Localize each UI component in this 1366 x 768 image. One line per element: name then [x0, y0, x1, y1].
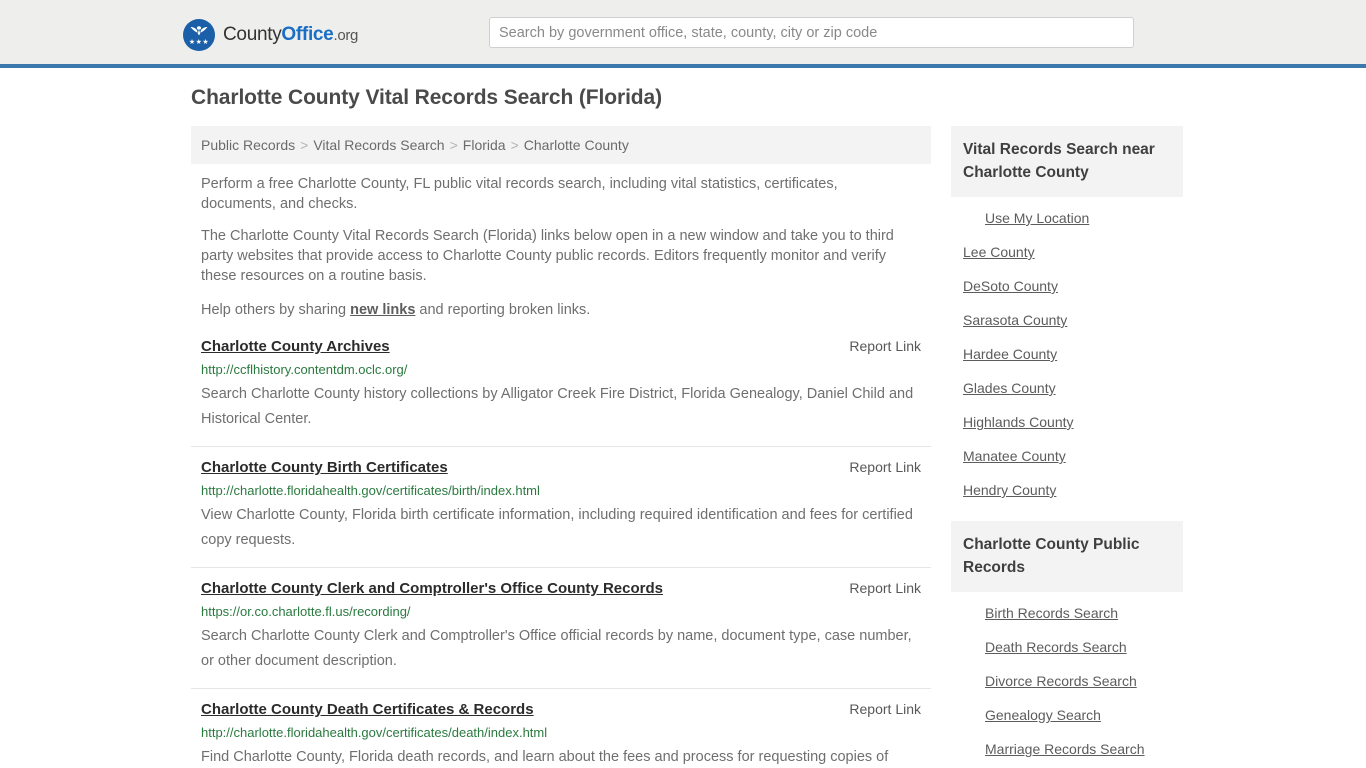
intro-p3-after: and reporting broken links.: [415, 302, 591, 318]
result-title-link[interactable]: Charlotte County Death Certificates & Re…: [201, 701, 534, 718]
intro-paragraph-2: The Charlotte County Vital Records Searc…: [201, 228, 894, 284]
search-box[interactable]: [489, 17, 1134, 48]
breadcrumb-item[interactable]: Florida: [463, 137, 506, 153]
results-list: Charlotte County Archives Report Link http…: [191, 336, 931, 768]
sidebar-box: Charlotte County Public Records Birth Rec…: [951, 521, 1183, 766]
result-header: Charlotte County Death Certificates & Re…: [201, 701, 931, 718]
stars-glyph-icon: ★★★: [188, 39, 210, 46]
result-header: Charlotte County Archives Report Link: [201, 338, 931, 355]
breadcrumb-separator: >: [449, 137, 458, 153]
sidebar-link[interactable]: Marriage Records Search: [951, 732, 1183, 766]
result-description: Search Charlotte County history collecti…: [201, 386, 914, 427]
sidebar-link[interactable]: Manatee County: [951, 439, 1183, 473]
sidebar-link-list: Birth Records Search Death Records Search…: [951, 592, 1183, 766]
result-url[interactable]: http://charlotte.floridahealth.gov/certi…: [201, 483, 931, 498]
sidebar-box-heading: Charlotte County Public Records: [951, 521, 1183, 592]
intro-p3-before: Help others by sharing: [201, 302, 351, 318]
sidebar-link[interactable]: Genealogy Search: [951, 698, 1183, 732]
logo-text-org: .org: [333, 27, 359, 44]
eagle-seal-icon: ★★★: [183, 19, 215, 51]
result-header: Charlotte County Clerk and Comptroller's…: [201, 580, 931, 597]
site-logo-text: CountyOffice.org: [223, 24, 358, 46]
report-link-button[interactable]: Report Link: [849, 459, 931, 475]
sidebar: Vital Records Search near Charlotte Coun…: [951, 126, 1183, 768]
sidebar-link[interactable]: Birth Records Search: [951, 596, 1183, 630]
sidebar-box-heading: Vital Records Search near Charlotte Coun…: [951, 126, 1183, 197]
report-link-button[interactable]: Report Link: [849, 338, 931, 354]
result-url[interactable]: http://charlotte.floridahealth.gov/certi…: [201, 725, 931, 740]
main-column: Public Records > Vital Records Search > Flor…: [191, 126, 931, 768]
report-link-button[interactable]: Report Link: [849, 701, 931, 717]
result-item: Charlotte County Death Certificates & Re…: [191, 688, 931, 768]
sidebar-link-list: Use My Location Lee County DeSoto County Sa…: [951, 197, 1183, 507]
sidebar-link[interactable]: Use My Location: [951, 201, 1183, 235]
result-description: View Charlotte County, Florida birth cer…: [201, 507, 913, 548]
report-link-button[interactable]: Report Link: [849, 580, 931, 596]
sidebar-link[interactable]: Sarasota County: [951, 303, 1183, 337]
header-inner: ★★★ CountyOffice.org: [183, 0, 1183, 64]
sidebar-link[interactable]: Death Records Search: [951, 630, 1183, 664]
breadcrumb-separator: >: [300, 137, 309, 153]
result-header: Charlotte County Birth Certificates Repor…: [201, 459, 931, 476]
new-links-link[interactable]: new links: [350, 302, 415, 318]
logo-text-county: County: [223, 24, 282, 45]
result-url[interactable]: https://or.co.charlotte.fl.us/recording/: [201, 604, 931, 619]
intro-text: Perform a free Charlotte County, FL publ…: [191, 174, 931, 320]
intro-paragraph-1: Perform a free Charlotte County, FL publ…: [201, 176, 838, 212]
result-url[interactable]: http://ccflhistory.contentdm.oclc.org/: [201, 362, 931, 377]
breadcrumb-item[interactable]: Public Records: [201, 137, 295, 153]
result-item: Charlotte County Archives Report Link http…: [191, 336, 931, 446]
result-description: Find Charlotte County, Florida death rec…: [201, 749, 889, 765]
result-item: Charlotte County Birth Certificates Repor…: [191, 446, 931, 567]
eagle-glyph-icon: [190, 26, 208, 36]
breadcrumb-item[interactable]: Charlotte County: [524, 137, 629, 153]
result-title-link[interactable]: Charlotte County Birth Certificates: [201, 459, 448, 476]
content-columns: Public Records > Vital Records Search > Flor…: [183, 126, 1183, 768]
sidebar-link[interactable]: Hendry County: [951, 473, 1183, 507]
site-header: ★★★ CountyOffice.org: [0, 0, 1366, 68]
result-title-link[interactable]: Charlotte County Clerk and Comptroller's…: [201, 580, 663, 597]
sidebar-link[interactable]: Hardee County: [951, 337, 1183, 371]
sidebar-link[interactable]: Glades County: [951, 371, 1183, 405]
breadcrumb-item[interactable]: Vital Records Search: [313, 137, 444, 153]
page-title: Charlotte County Vital Records Search (F…: [191, 86, 662, 109]
result-item: Charlotte County Clerk and Comptroller's…: [191, 567, 931, 688]
site-logo[interactable]: ★★★ CountyOffice.org: [183, 19, 358, 51]
sidebar-link[interactable]: Divorce Records Search: [951, 664, 1183, 698]
result-description: Search Charlotte County Clerk and Comptr…: [201, 628, 912, 669]
breadcrumb-separator: >: [510, 137, 519, 153]
search-input[interactable]: [489, 17, 1134, 48]
logo-text-office: Office: [281, 24, 334, 45]
breadcrumb: Public Records > Vital Records Search > Flor…: [191, 126, 931, 164]
sidebar-link[interactable]: Highlands County: [951, 405, 1183, 439]
sidebar-link[interactable]: Lee County: [951, 235, 1183, 269]
sidebar-link[interactable]: DeSoto County: [951, 269, 1183, 303]
result-title-link[interactable]: Charlotte County Archives: [201, 338, 390, 355]
sidebar-box: Vital Records Search near Charlotte Coun…: [951, 126, 1183, 507]
page-container: Charlotte County Vital Records Search (F…: [183, 68, 1183, 768]
intro-paragraph-3: Help others by sharing new links and rep…: [201, 300, 911, 320]
